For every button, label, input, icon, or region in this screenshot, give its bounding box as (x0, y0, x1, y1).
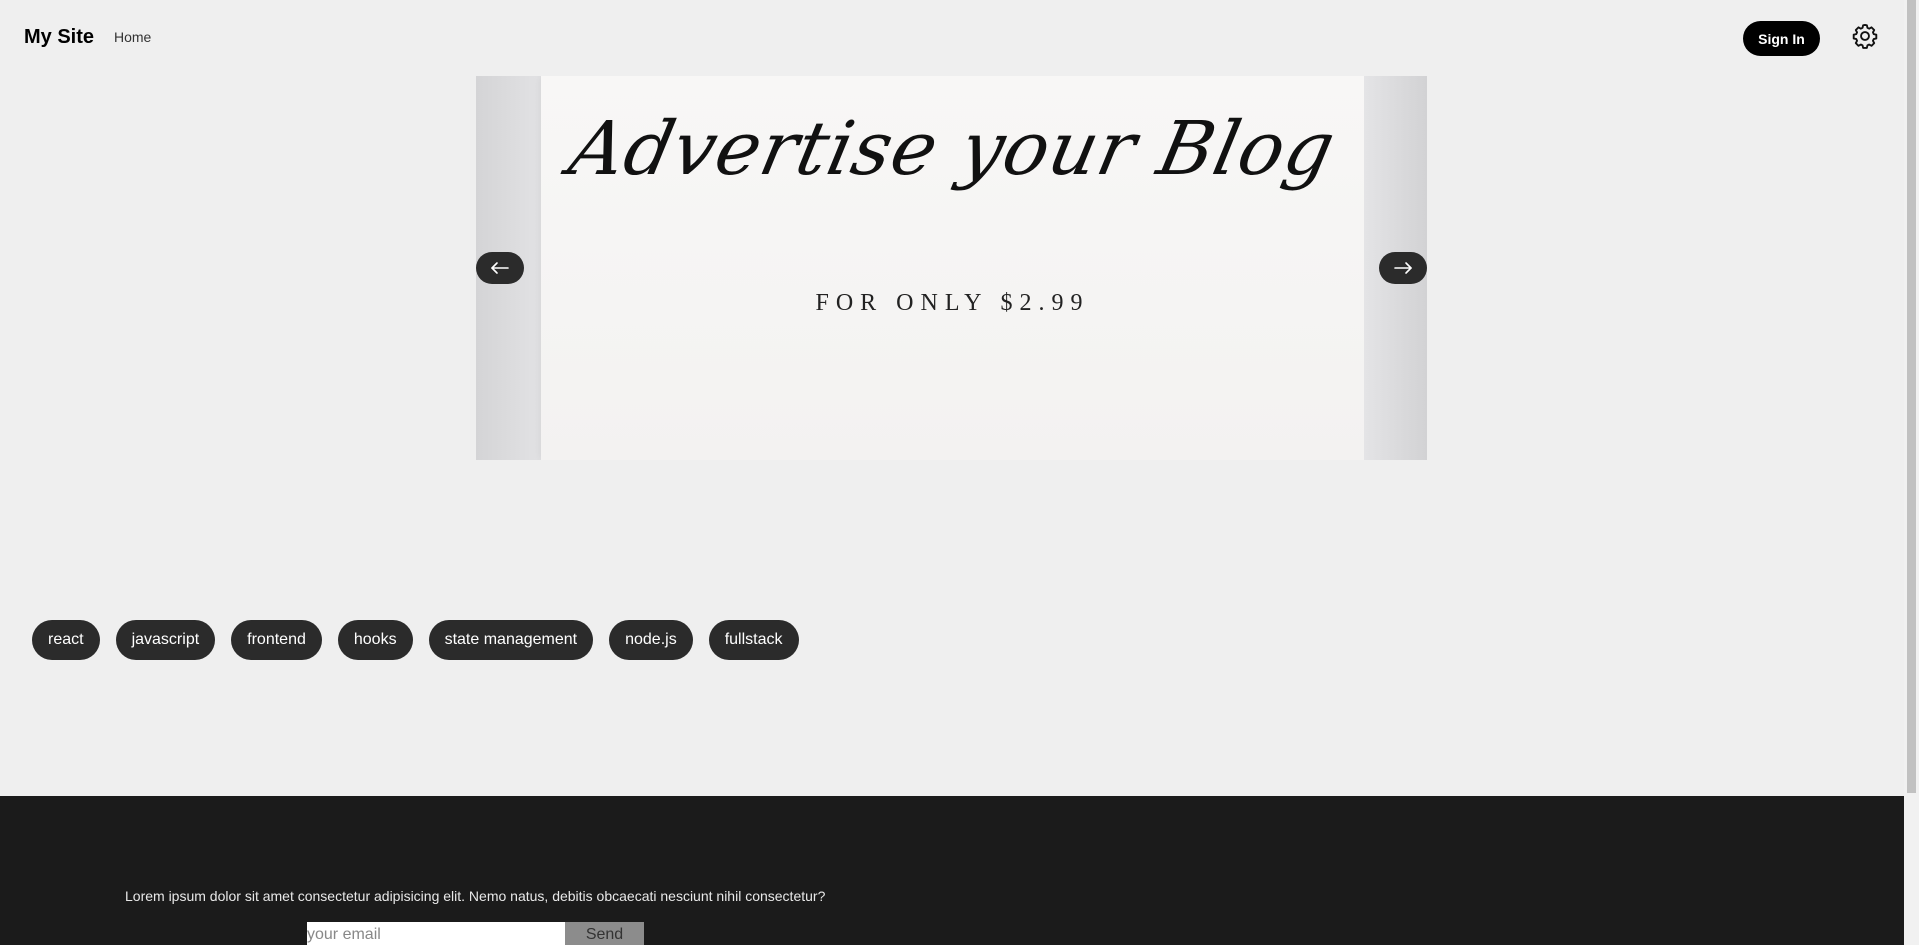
arrow-right-icon (1394, 262, 1412, 274)
site-brand[interactable]: My Site (24, 26, 94, 49)
carousel-headline: Advertise your Blog (562, 106, 1343, 192)
carousel-next-button[interactable] (1379, 252, 1427, 284)
tag-pill[interactable]: node.js (609, 620, 693, 660)
arrow-left-icon (491, 262, 509, 274)
header: My Site Home Sign In (0, 0, 1904, 76)
gear-icon[interactable] (1851, 22, 1879, 50)
carousel-slide: Advertise your Blog FOR ONLY $2.99 (541, 76, 1364, 460)
tag-pill[interactable]: state management (428, 620, 594, 660)
carousel-prev-button[interactable] (476, 252, 524, 284)
tag-pill[interactable]: react (32, 620, 100, 660)
tag-pill[interactable]: fullstack (708, 620, 799, 660)
tag-pill[interactable]: javascript (115, 620, 216, 660)
send-button[interactable]: Send (565, 922, 644, 945)
footer: Lorem ipsum dolor sit amet consectetur a… (0, 796, 1904, 945)
tag-pill[interactable]: frontend (231, 620, 322, 660)
carousel-subline: FOR ONLY $2.99 (815, 290, 1090, 316)
scrollbar-thumb[interactable] (1907, 0, 1916, 793)
footer-description: Lorem ipsum dolor sit amet consectetur a… (125, 888, 826, 904)
tag-pill[interactable]: hooks (337, 620, 413, 660)
page-scrollbar[interactable] (1904, 0, 1919, 945)
email-input[interactable] (307, 922, 565, 945)
page: My Site Home Sign In Advertise your Blog… (0, 0, 1919, 945)
nav-link-home[interactable]: Home (114, 29, 151, 45)
promo-carousel: Advertise your Blog FOR ONLY $2.99 (476, 76, 1427, 460)
tag-list: react javascript frontend hooks state ma… (32, 620, 799, 660)
sign-in-button[interactable]: Sign In (1743, 21, 1820, 56)
